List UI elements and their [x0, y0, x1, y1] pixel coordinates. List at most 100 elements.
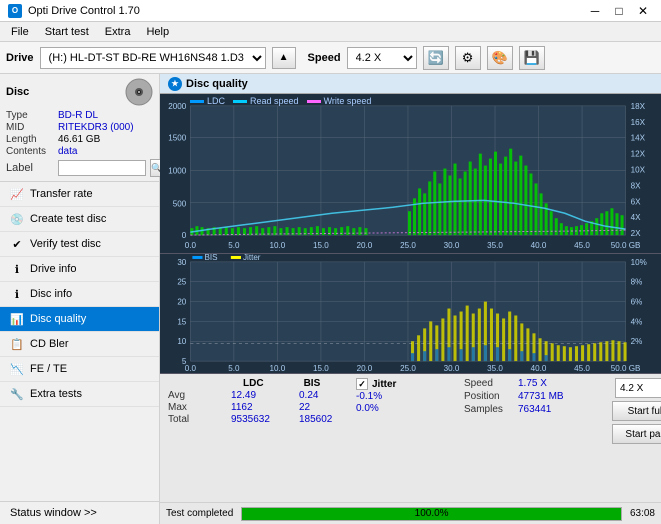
legend-ldc: LDC — [190, 96, 225, 106]
svg-text:35.0: 35.0 — [487, 241, 503, 250]
nav-verify-test-disc-label: Verify test disc — [30, 238, 101, 250]
label-label: Label — [6, 162, 54, 174]
maximize-button[interactable]: □ — [609, 3, 629, 19]
jitter-header: ✓ Jitter — [356, 378, 456, 390]
settings-button[interactable]: ⚙ — [455, 46, 481, 70]
sidebar-item-cd-bler[interactable]: 📋 CD Bler — [0, 332, 159, 357]
ldc-total-val: 9535632 — [231, 414, 271, 425]
sidebar-item-fe-te[interactable]: 📉 FE / TE — [0, 357, 159, 382]
svg-text:12X: 12X — [631, 150, 646, 159]
stats-table-container: LDC BIS Avg 12.49 0.24 Max 1162 22 Tot — [160, 374, 661, 502]
nav-extra-tests-label: Extra tests — [30, 388, 82, 400]
svg-text:Jitter: Jitter — [243, 254, 261, 262]
sidebar-item-drive-info[interactable]: ℹ Drive info — [0, 257, 159, 282]
ldc-bis-stats: LDC BIS Avg 12.49 0.24 Max 1162 22 Tot — [168, 378, 348, 425]
ldc-legend-color — [190, 100, 204, 103]
start-full-button[interactable]: Start full — [612, 401, 661, 421]
menu-extra[interactable]: Extra — [98, 24, 138, 40]
svg-text:10X: 10X — [631, 166, 646, 175]
svg-text:45.0: 45.0 — [574, 364, 590, 373]
svg-text:10.0: 10.0 — [270, 241, 286, 250]
svg-text:20: 20 — [177, 298, 187, 307]
close-button[interactable]: ✕ — [633, 3, 653, 19]
save-button[interactable]: 💾 — [519, 46, 545, 70]
svg-text:50.0 GB: 50.0 GB — [611, 364, 641, 373]
speed-label: Speed — [308, 52, 341, 64]
svg-text:8X: 8X — [631, 181, 642, 190]
speed-position-stats: Speed 1.75 X Position 47731 MB Samples 7… — [464, 378, 604, 415]
sidebar-item-disc-info[interactable]: ℹ Disc info — [0, 282, 159, 307]
sidebar-item-create-test-disc[interactable]: 💿 Create test disc — [0, 207, 159, 232]
title-bar: O Opti Drive Control 1.70 ─ □ ✕ — [0, 0, 661, 22]
svg-text:0: 0 — [182, 231, 187, 240]
jitter-label: Jitter — [372, 379, 396, 390]
drive-select[interactable]: (H:) HL-DT-ST BD-RE WH16NS48 1.D3 — [40, 47, 266, 69]
ldc-avg-val: 12.49 — [231, 390, 271, 401]
disc-quality-icon: 📊 — [10, 312, 24, 326]
svg-text:25.0: 25.0 — [400, 241, 416, 250]
position-value: 47731 MB — [518, 391, 564, 402]
max-label: Max — [168, 402, 203, 413]
svg-text:10%: 10% — [631, 258, 647, 267]
contents-value: data — [58, 146, 77, 157]
svg-text:15.0: 15.0 — [313, 241, 329, 250]
eject-button[interactable]: ▲ — [272, 47, 296, 69]
sidebar-item-transfer-rate[interactable]: 📈 Transfer rate — [0, 182, 159, 207]
sidebar-item-verify-test-disc[interactable]: ✔ Verify test disc — [0, 232, 159, 257]
create-test-disc-icon: 💿 — [10, 212, 24, 226]
svg-text:BIS: BIS — [205, 254, 218, 262]
jitter-stats: ✓ Jitter -0.1% 0.0% — [356, 378, 456, 414]
total-row: Total 9535632 185602 — [168, 414, 348, 425]
svg-text:14X: 14X — [631, 134, 646, 143]
svg-text:25.0: 25.0 — [400, 364, 416, 373]
label-input[interactable] — [58, 160, 146, 176]
jitter-checkbox[interactable]: ✓ — [356, 378, 368, 390]
svg-text:2000: 2000 — [168, 102, 187, 111]
legend-write-speed: Write speed — [307, 96, 372, 106]
svg-text:10: 10 — [177, 337, 187, 346]
sidebar-item-disc-quality[interactable]: 📊 Disc quality — [0, 307, 159, 332]
menu-help[interactable]: Help — [139, 24, 176, 40]
progress-text: 100.0% — [242, 508, 621, 520]
cd-bler-icon: 📋 — [10, 337, 24, 351]
refresh-button[interactable]: 🔄 — [423, 46, 449, 70]
minimize-button[interactable]: ─ — [585, 3, 605, 19]
menu-start-test[interactable]: Start test — [38, 24, 96, 40]
disc-panel-title: Disc — [6, 86, 29, 98]
fe-te-icon: 📉 — [10, 362, 24, 376]
sidebar-item-extra-tests[interactable]: 🔧 Extra tests — [0, 382, 159, 407]
stats-header-row: LDC BIS — [168, 378, 348, 389]
speed-select[interactable]: 4.2 X — [347, 47, 417, 69]
color-button[interactable]: 🎨 — [487, 46, 513, 70]
svg-text:20.0: 20.0 — [357, 241, 373, 250]
svg-text:15: 15 — [177, 317, 187, 326]
speed-row: Speed 1.75 X — [464, 378, 604, 389]
test-speed-select[interactable]: 4.2 X — [615, 378, 661, 398]
status-window-item[interactable]: Status window >> — [0, 501, 159, 524]
svg-text:40.0: 40.0 — [531, 241, 547, 250]
samples-value: 763441 — [518, 404, 551, 415]
svg-text:8%: 8% — [631, 278, 643, 287]
svg-text:20.0: 20.0 — [357, 364, 373, 373]
max-row: Max 1162 22 — [168, 402, 348, 413]
svg-text:18X: 18X — [631, 102, 646, 111]
menu-file[interactable]: File — [4, 24, 36, 40]
svg-text:50.0 GB: 50.0 GB — [611, 241, 641, 250]
svg-text:2X: 2X — [631, 229, 642, 238]
svg-text:25: 25 — [177, 278, 187, 287]
jitter-avg-row: -0.1% — [356, 391, 456, 402]
avg-label: Avg — [168, 390, 203, 401]
disc-type-row: Type BD-R DL — [6, 110, 153, 121]
disc-quality-header: ★ Disc quality — [160, 74, 661, 94]
svg-text:4%: 4% — [631, 317, 643, 326]
action-controls: 4.2 X Start full Start part — [612, 378, 661, 444]
ldc-max-val: 1162 — [231, 402, 271, 413]
mid-label: MID — [6, 122, 54, 133]
nav-fe-te-label: FE / TE — [30, 363, 67, 375]
type-label: Type — [6, 110, 54, 121]
start-part-button[interactable]: Start part — [612, 424, 661, 444]
svg-text:30.0: 30.0 — [444, 241, 460, 250]
menu-bar: File Start test Extra Help — [0, 22, 661, 42]
disc-quality-header-icon: ★ — [168, 77, 182, 91]
svg-text:16X: 16X — [631, 118, 646, 127]
